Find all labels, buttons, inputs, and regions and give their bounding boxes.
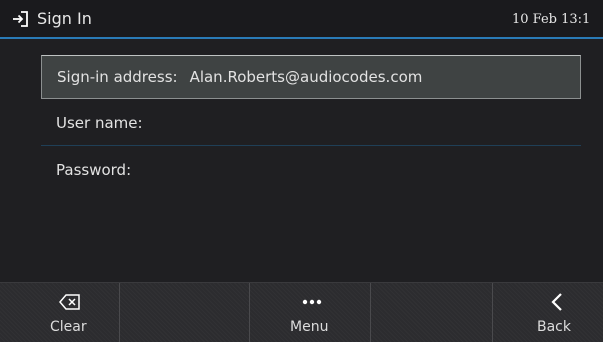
back-softkey[interactable]: Back — [493, 283, 603, 342]
date-time: 10 Feb 13:1 — [512, 12, 591, 27]
user-name-label: User name: — [56, 114, 143, 132]
empty-softkey-2[interactable] — [371, 283, 493, 342]
user-name-field[interactable]: User name: — [41, 102, 581, 146]
sign-in-address-value: Alan.Roberts@audiocodes.com — [189, 68, 423, 86]
chevron-left-icon — [537, 291, 577, 313]
page-title: Sign In — [37, 9, 92, 28]
title-bar: Sign In 10 Feb 13:1 — [0, 0, 603, 39]
sign-in-address-label: Sign-in address: — [57, 68, 178, 86]
empty-softkey-1[interactable] — [120, 283, 250, 342]
sign-in-address-field[interactable]: Sign-in address: Alan.Roberts@audiocodes.… — [41, 55, 581, 99]
password-label: Password: — [56, 161, 132, 179]
menu-softkey[interactable]: Menu — [250, 283, 371, 342]
softkey-bar: Clear Menu Back — [0, 282, 603, 342]
clear-softkey[interactable]: Clear — [0, 283, 120, 342]
backspace-icon — [50, 291, 90, 313]
sign-in-icon — [13, 11, 28, 27]
clear-label: Clear — [50, 319, 87, 335]
back-label: Back — [537, 319, 571, 335]
ellipsis-icon — [292, 291, 332, 313]
phone-screen: Sign In 10 Feb 13:1 Sign-in address: Alan… — [0, 0, 603, 342]
password-field[interactable]: Password: — [41, 149, 581, 193]
menu-label: Menu — [290, 319, 329, 335]
sign-in-form: Sign-in address: Alan.Roberts@audiocodes.… — [0, 39, 603, 282]
